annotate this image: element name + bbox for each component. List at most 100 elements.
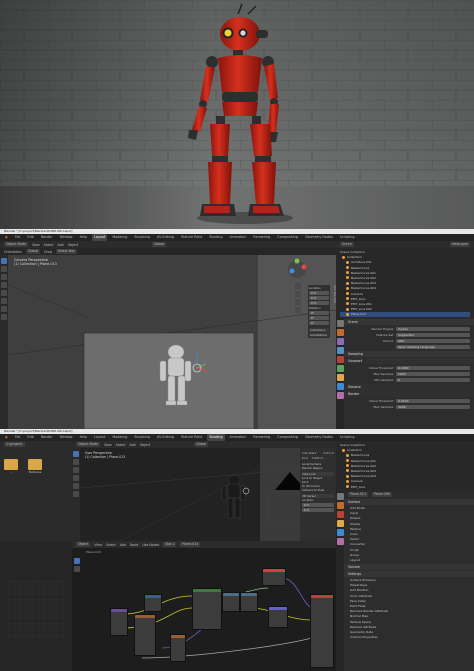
viewport-subsection[interactable]: Viewport <box>344 358 474 364</box>
annotate-tool-icon[interactable] <box>73 491 79 497</box>
settings-section[interactable]: Settings <box>344 571 474 578</box>
location-x[interactable]: 0 m <box>309 291 329 295</box>
menu-render[interactable]: Render <box>39 234 55 241</box>
material-dropdown[interactable]: Plane.013 <box>180 542 201 547</box>
location-y[interactable]: 0 m <box>309 296 329 300</box>
volume-section[interactable]: Volume <box>344 564 474 571</box>
scene-props-icon[interactable] <box>336 356 344 363</box>
select-tool-icon[interactable] <box>1 258 7 264</box>
collections-panel[interactable]: Collections <box>309 328 329 332</box>
shader-node[interactable] <box>110 608 128 636</box>
tab-sculpting[interactable]: Sculpting <box>132 234 151 241</box>
material-name[interactable]: Plane.008 <box>371 492 392 497</box>
mode-dropdown[interactable]: Object Mode <box>76 442 101 447</box>
cursor-x[interactable]: 0 m <box>302 503 334 507</box>
tab-geometry-nodes[interactable]: Geometry Nodes <box>303 434 335 441</box>
output-props-icon[interactable] <box>336 338 344 345</box>
tab-texture-paint[interactable]: Texture Paint <box>179 434 204 441</box>
settings-item[interactable]: Custom Properties <box>350 635 474 640</box>
property-value[interactable]: 0 <box>396 378 470 382</box>
tab-scripting[interactable]: Scripting <box>338 434 357 441</box>
tab-uv-editing[interactable]: UV Editing <box>155 234 176 241</box>
orientation-dropdown[interactable]: Global <box>194 442 209 447</box>
property-value[interactable]: 1024 <box>396 372 470 376</box>
file-path[interactable]: C:\project\ <box>4 442 25 447</box>
tab-layout[interactable]: Layout <box>92 234 108 241</box>
folder-item[interactable]: Textures <box>28 459 42 474</box>
modifier-props-icon[interactable] <box>336 383 344 390</box>
move-tool-icon[interactable] <box>73 467 79 473</box>
transform-tool-icon[interactable] <box>1 298 7 304</box>
material-props-icon[interactable] <box>336 538 344 545</box>
rotation-z[interactable]: 0° <box>309 321 329 325</box>
render-subsection[interactable]: Render <box>344 391 474 397</box>
tab-rendering[interactable]: Rendering <box>251 434 272 441</box>
tab-scripting[interactable]: Scripting <box>338 234 357 241</box>
tab-modeling[interactable]: Modeling <box>110 434 129 441</box>
mode-dropdown[interactable]: Object Mode <box>4 242 29 247</box>
orientation-value[interactable]: Global <box>26 249 41 254</box>
node-editor[interactable]: Plane.013 <box>72 548 336 671</box>
menu-select[interactable]: Select <box>116 443 126 447</box>
rotation-x[interactable]: 0° <box>309 311 329 315</box>
property-value[interactable]: Supported <box>396 333 470 337</box>
tool-props-icon[interactable] <box>336 493 344 500</box>
node-category-item[interactable]: Layout <box>350 558 474 563</box>
menu-file[interactable]: File <box>13 434 23 441</box>
annotations-panel[interactable]: Annotations <box>309 333 329 337</box>
property-value[interactable]: Cycles <box>396 327 470 331</box>
folder-item[interactable]: .. <box>4 459 18 474</box>
menu-add[interactable]: Add <box>130 443 136 447</box>
scene-props-icon[interactable] <box>336 511 344 518</box>
cursor-tool-icon[interactable] <box>1 266 7 272</box>
color-ramp-node[interactable] <box>240 592 258 612</box>
property-value[interactable]: 4096 <box>396 405 470 409</box>
pan-icon[interactable] <box>295 291 301 297</box>
menu-help[interactable]: Help <box>78 234 90 241</box>
menu-node[interactable]: Node <box>130 543 138 547</box>
menu-view[interactable]: View <box>104 443 112 447</box>
3d-viewport[interactable]: Camera Perspective (1) Collection | Plan… <box>8 255 336 429</box>
modifier-props-icon[interactable] <box>336 529 344 536</box>
menu-edit[interactable]: Edit <box>25 434 35 441</box>
menu-add[interactable]: Add <box>58 243 64 247</box>
view-layer-dropdown[interactable]: ViewLayer <box>449 242 470 247</box>
sampling-section[interactable]: Sampling <box>344 351 474 357</box>
location-z[interactable]: 0 m <box>309 301 329 305</box>
texture-node[interactable] <box>134 614 156 656</box>
cursor-y[interactable]: 0 m <box>302 508 334 512</box>
tab-compositing[interactable]: Compositing <box>275 234 300 241</box>
scale-tool-icon[interactable] <box>1 290 7 296</box>
menu-object[interactable]: Object <box>68 243 78 247</box>
select-box[interactable]: Select Box <box>55 249 77 254</box>
perspective-toggle-icon[interactable] <box>295 307 301 313</box>
rotation-y[interactable]: 0° <box>309 316 329 320</box>
world-props-icon[interactable] <box>336 365 344 372</box>
principled-bsdf-node[interactable] <box>192 588 222 630</box>
orientation-dropdown[interactable]: Global <box>152 242 167 247</box>
material-output-node[interactable] <box>310 594 334 668</box>
select-tool-icon[interactable] <box>73 451 79 457</box>
menu-help[interactable]: Help <box>78 434 90 441</box>
menu-object[interactable]: Object <box>140 443 150 447</box>
menu-window[interactable]: Window <box>58 434 75 441</box>
zoom-icon[interactable] <box>295 283 301 289</box>
menu-select[interactable]: Select <box>106 543 116 547</box>
tab-compositing[interactable]: Compositing <box>275 434 300 441</box>
mapping-node[interactable] <box>144 594 162 612</box>
denoise-subsection[interactable]: Denoise <box>344 384 474 390</box>
menu-edit[interactable]: Edit <box>25 234 35 241</box>
image-texture-node[interactable] <box>170 634 186 662</box>
tab-shading[interactable]: Shading <box>207 234 224 241</box>
camera-view-icon[interactable] <box>295 299 301 305</box>
tab-modeling[interactable]: Modeling <box>110 234 129 241</box>
node-annotate-tool-icon[interactable] <box>74 566 80 572</box>
menu-view[interactable]: View <box>32 243 40 247</box>
tool-props-icon[interactable] <box>336 320 344 327</box>
tab-texture-paint[interactable]: Texture Paint <box>179 234 204 241</box>
node-select-tool-icon[interactable] <box>74 558 80 564</box>
move-tool-icon[interactable] <box>1 274 7 280</box>
rotate-tool-icon[interactable] <box>1 282 7 288</box>
property-value[interactable]: GPU <box>396 339 470 343</box>
render-props-icon[interactable] <box>336 502 344 509</box>
